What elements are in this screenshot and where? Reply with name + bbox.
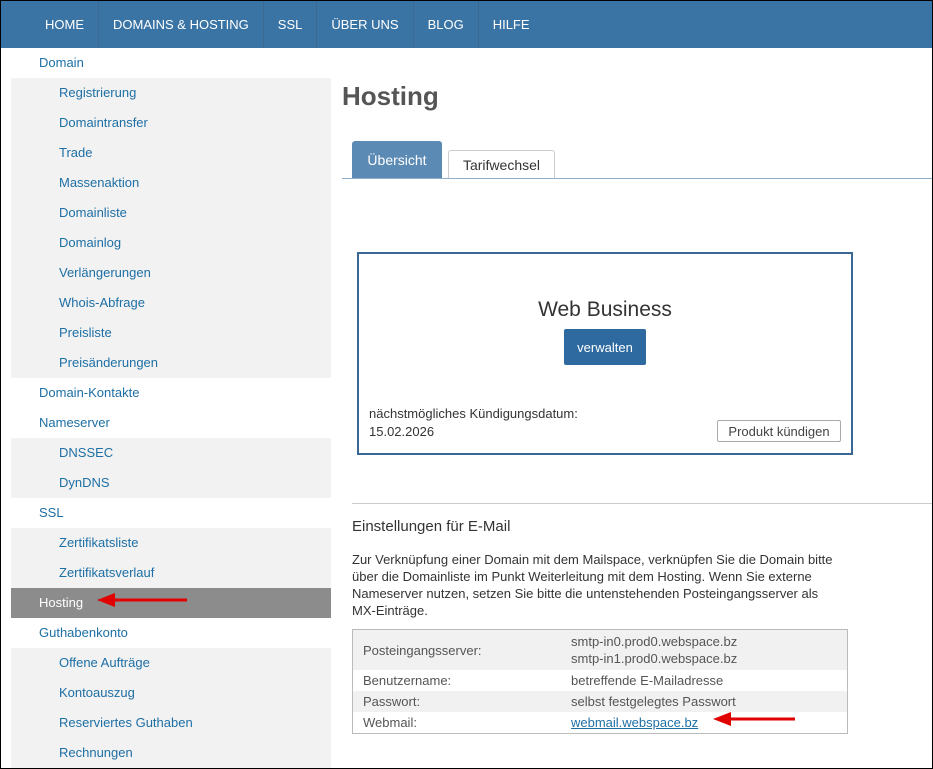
browser-frame: HOME DOMAINS & HOSTING SSL ÜBER UNS BLOG… bbox=[0, 0, 933, 769]
page-title: Hosting bbox=[342, 81, 439, 111]
nav-ssl[interactable]: SSL bbox=[264, 1, 318, 48]
webmail-cell: webmail.webspace.bz bbox=[561, 712, 848, 734]
incoming-server-label: Posteingangsserver: bbox=[363, 642, 482, 658]
cancellation-date: 15.02.2026 bbox=[369, 424, 435, 439]
nav-home[interactable]: HOME bbox=[31, 1, 99, 48]
sidebar-item-domaintransfer[interactable]: Domaintransfer bbox=[11, 108, 331, 138]
webmail-label: Webmail: bbox=[363, 715, 417, 730]
sidebar-item-zertifikatsliste[interactable]: Zertifikatsliste bbox=[11, 528, 331, 558]
table-row: Posteingangsserver: smtp-in0.prod0.websp… bbox=[352, 629, 848, 671]
password-label: Passwort: bbox=[363, 694, 421, 709]
sidebar-item-zertifikatsverlauf[interactable]: Zertifikatsverlauf bbox=[11, 558, 331, 588]
product-card: Web Business verwalten nächstmögliches K… bbox=[357, 252, 853, 455]
sidebar-item-reserviertes-guthaben[interactable]: Reserviertes Guthaben bbox=[11, 708, 331, 738]
incoming-server-values: smtp-in0.prod0.webspace.bz smtp-in1.prod… bbox=[561, 630, 848, 671]
sidebar-item-massenaktion[interactable]: Massenaktion bbox=[11, 168, 331, 198]
cancellation-info: nächstmögliches Kündigungsdatum: 15.02.2… bbox=[369, 405, 578, 441]
incoming-server-1: smtp-in0.prod0.webspace.bz bbox=[571, 634, 738, 649]
sidebar-item-guthabenkonto[interactable]: Guthabenkonto bbox=[11, 618, 331, 648]
sidebar-item-domainliste[interactable]: Domainliste bbox=[11, 198, 331, 228]
nav-domains-hosting[interactable]: DOMAINS & HOSTING bbox=[99, 1, 264, 48]
sidebar-item-dnssec[interactable]: DNSSEC bbox=[11, 438, 331, 468]
sidebar-item-whois-abfrage[interactable]: Whois-Abfrage bbox=[11, 288, 331, 318]
tab-tarifwechsel[interactable]: Tarifwechsel bbox=[448, 150, 555, 179]
sidebar-item-preisliste[interactable]: Preisliste bbox=[11, 318, 331, 348]
sidebar: Domain Registrierung Domaintransfer Trade Ma… bbox=[11, 48, 331, 768]
sidebar-item-dyndns[interactable]: DynDNS bbox=[11, 468, 331, 498]
annotation-arrow-webmail-icon bbox=[713, 712, 795, 726]
sidebar-item-preisänderungen[interactable]: Preisänderungen bbox=[11, 348, 331, 378]
product-name: Web Business bbox=[538, 298, 672, 321]
username-value: betreffende E-Mailadresse bbox=[571, 673, 724, 688]
email-settings-description: Zur Verknüpfung einer Domain mit dem Mai… bbox=[352, 552, 833, 618]
sidebar-item-verlängerungen[interactable]: Verlängerungen bbox=[11, 258, 331, 288]
nav-hilfe[interactable]: HILFE bbox=[479, 1, 544, 48]
cancel-product-button[interactable]: Produkt kündigen bbox=[717, 420, 841, 442]
sidebar-item-offene-aufträge[interactable]: Offene Aufträge bbox=[11, 648, 331, 678]
table-row: Passwort: selbst festgelegtes Passwort bbox=[352, 691, 848, 712]
nav-blog[interactable]: BLOG bbox=[414, 1, 479, 48]
webmail-link[interactable]: webmail.webspace.bz bbox=[571, 715, 698, 730]
cancellation-date-label: nächstmögliches Kündigungsdatum: bbox=[369, 406, 578, 421]
tab-uebersicht[interactable]: Übersicht bbox=[352, 141, 442, 178]
tab-underline bbox=[342, 178, 932, 179]
top-navigation: HOME DOMAINS & HOSTING SSL ÜBER UNS BLOG… bbox=[1, 1, 932, 48]
sidebar-item-nameserver[interactable]: Nameserver bbox=[11, 408, 331, 438]
section-divider bbox=[352, 503, 932, 504]
username-label: Benutzername: bbox=[363, 673, 452, 688]
nav-ueber-uns[interactable]: ÜBER UNS bbox=[317, 1, 414, 48]
nav-menu: HOME DOMAINS & HOSTING SSL ÜBER UNS BLOG… bbox=[1, 1, 932, 48]
annotation-arrow-hosting-icon bbox=[97, 593, 187, 607]
manage-button[interactable]: verwalten bbox=[564, 329, 646, 365]
incoming-server-2: smtp-in1.prod0.webspace.bz bbox=[571, 651, 738, 666]
sidebar-item-trade[interactable]: Trade bbox=[11, 138, 331, 168]
password-value: selbst festgelegtes Passwort bbox=[571, 694, 736, 709]
email-settings-heading: Einstellungen für E-Mail bbox=[352, 518, 511, 535]
sidebar-item-registrierung[interactable]: Registrierung bbox=[11, 78, 331, 108]
sidebar-item-domainlog[interactable]: Domainlog bbox=[11, 228, 331, 258]
sidebar-item-rechnungen[interactable]: Rechnungen bbox=[11, 738, 331, 768]
sidebar-item-kontoauszug[interactable]: Kontoauszug bbox=[11, 678, 331, 708]
sidebar-item-domain[interactable]: Domain bbox=[11, 48, 331, 78]
sidebar-item-domain-kontakte[interactable]: Domain-Kontakte bbox=[11, 378, 331, 408]
table-row: Benutzername: betreffende E-Mailadresse bbox=[353, 670, 848, 691]
sidebar-item-ssl[interactable]: SSL bbox=[11, 498, 331, 528]
